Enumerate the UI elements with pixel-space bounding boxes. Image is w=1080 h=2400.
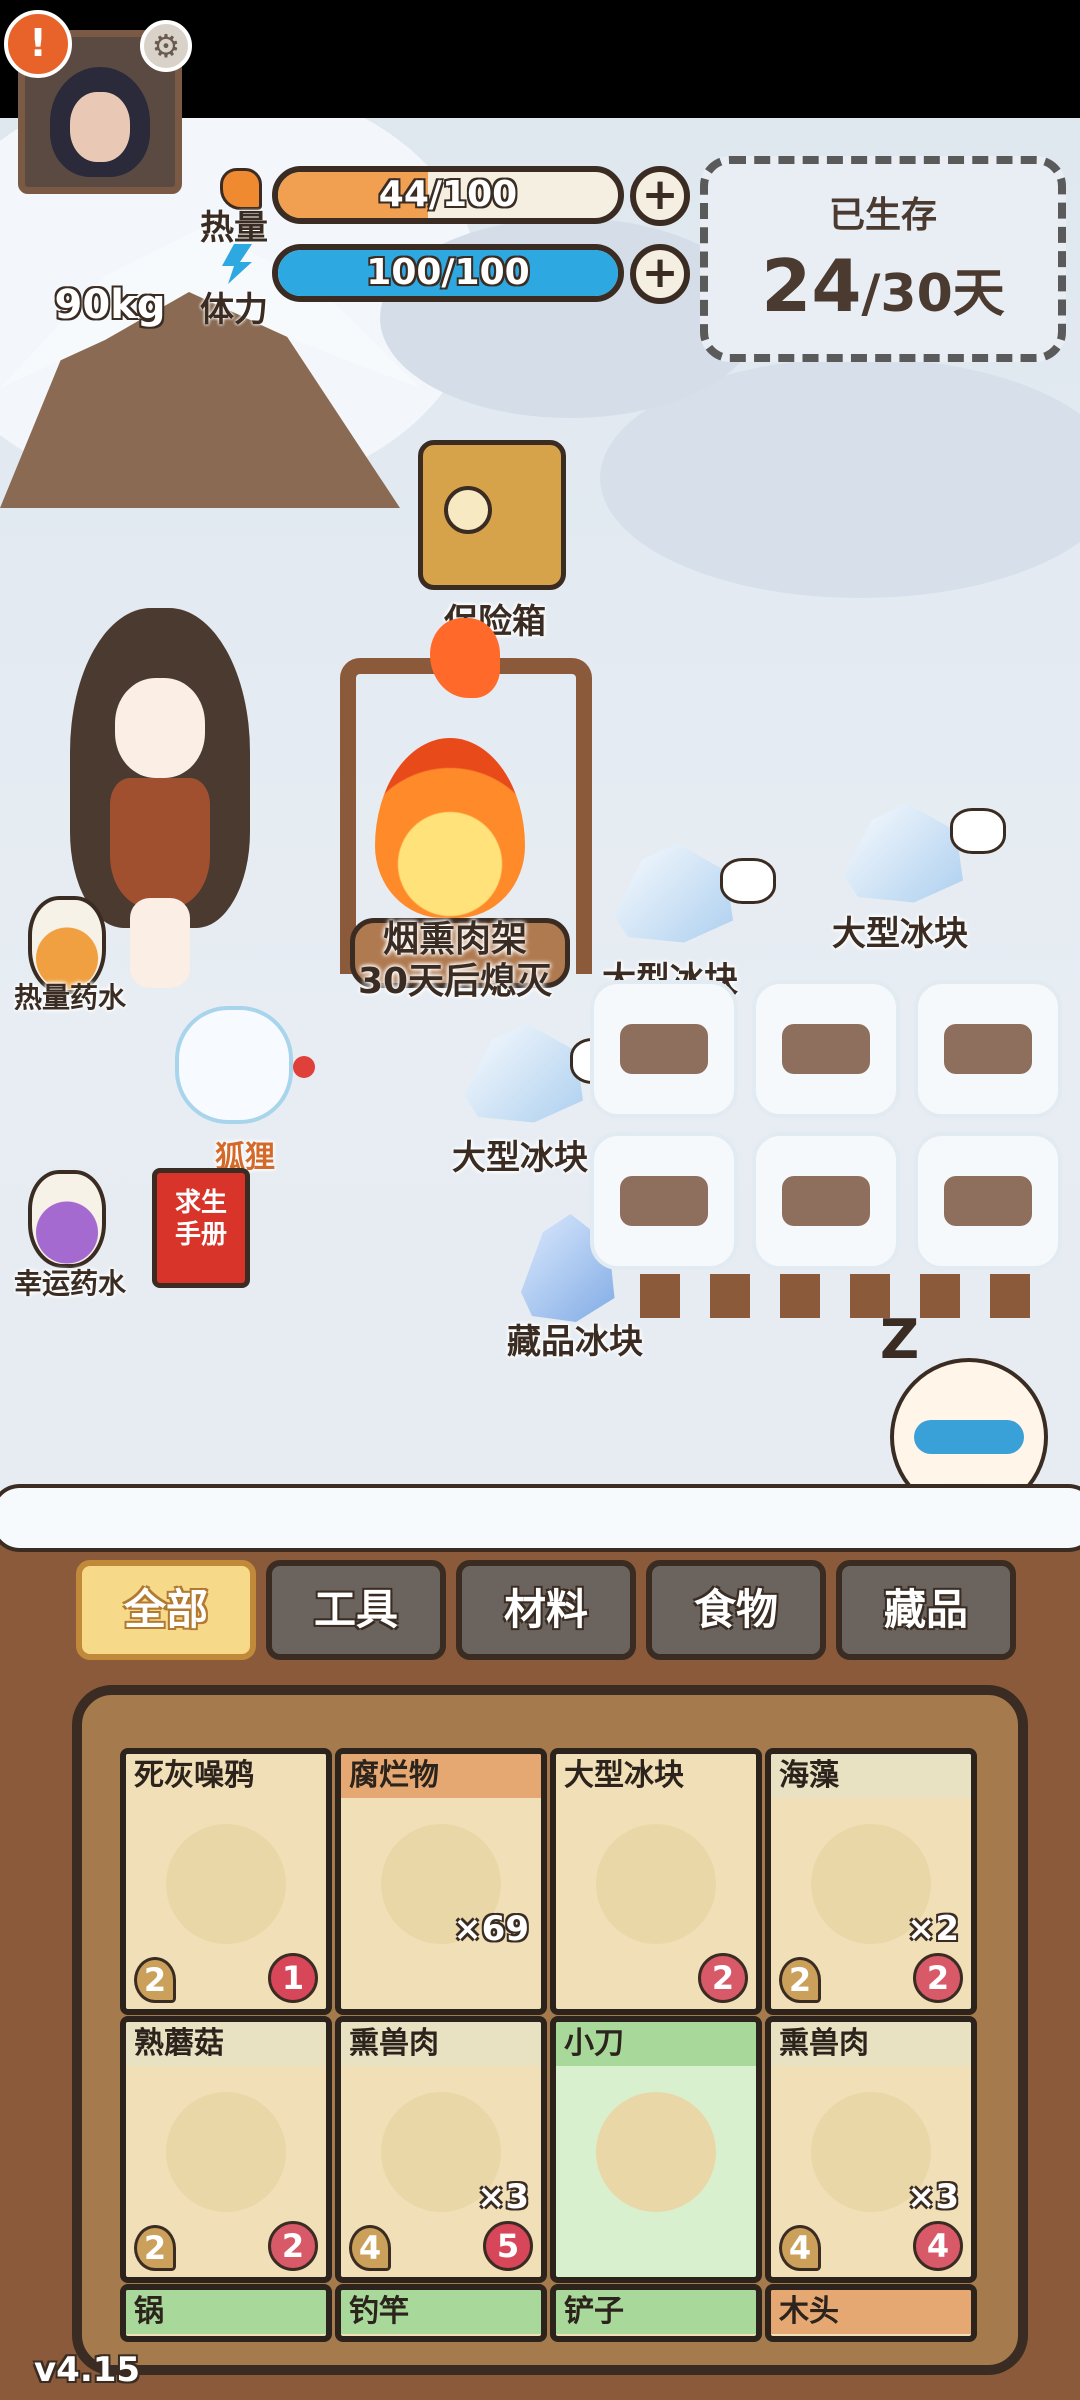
tab-2[interactable]: 材料 bbox=[456, 1560, 636, 1660]
survival-current-day: 24 bbox=[761, 244, 862, 328]
item-name: 熏兽肉 bbox=[771, 2022, 971, 2066]
farm-plot[interactable] bbox=[752, 1132, 900, 1270]
item-name: 熟蘑菇 bbox=[126, 2022, 326, 2066]
character-legs bbox=[130, 898, 190, 988]
stamina-bar: 100/100 bbox=[272, 244, 624, 302]
survival-total-days: /30天 bbox=[861, 264, 1005, 324]
farm-plot[interactable] bbox=[914, 980, 1062, 1118]
health-badge: 2 bbox=[268, 2221, 318, 2271]
survival-manual-label: 求生 手册 bbox=[174, 1188, 227, 1250]
farm-plot[interactable] bbox=[590, 1132, 738, 1270]
heat-potion-label: 热量药水 bbox=[13, 981, 126, 1014]
ice-label-2: 大型冰块 bbox=[832, 914, 968, 954]
survival-manual-button[interactable]: 求生 手册 bbox=[152, 1168, 250, 1288]
calorie-value: 44/100 bbox=[378, 174, 518, 215]
calorie-label: 热量 bbox=[200, 208, 268, 248]
item-name: 铲子 bbox=[556, 2290, 756, 2334]
health-badge: 2 bbox=[913, 1953, 963, 2003]
collect-ice-label: 藏品冰块 bbox=[507, 1322, 643, 1362]
mushroom-icon bbox=[166, 2092, 286, 2212]
heat-badge: 2 bbox=[779, 1957, 821, 2003]
survival-days: 24/30天 bbox=[708, 244, 1058, 328]
inventory-card[interactable]: 熏兽肉 ×3 4 5 bbox=[335, 2016, 547, 2283]
large-ice-block[interactable] bbox=[464, 1023, 583, 1123]
heat-badge: 2 bbox=[134, 2225, 176, 2271]
tab-0[interactable]: 全部 bbox=[76, 1560, 256, 1660]
item-name: 木头 bbox=[771, 2290, 971, 2334]
item-name: 熏兽肉 bbox=[341, 2022, 541, 2066]
alert-icon[interactable]: ! bbox=[4, 10, 72, 78]
pickup-hand-icon bbox=[720, 858, 776, 904]
heart-icon bbox=[293, 1056, 315, 1078]
health-badge: 4 bbox=[913, 2221, 963, 2271]
fox-body bbox=[175, 1006, 293, 1124]
farm-plot[interactable] bbox=[590, 980, 738, 1118]
item-quantity: ×3 bbox=[476, 2177, 529, 2217]
inventory-card[interactable]: 大型冰块 2 bbox=[550, 1748, 762, 2015]
weight-text: 90kg bbox=[54, 282, 166, 328]
large-ice-block[interactable] bbox=[844, 803, 963, 903]
inventory-card-partial[interactable]: 钓竿 bbox=[335, 2284, 547, 2342]
farm-plot[interactable] bbox=[752, 980, 900, 1118]
health-badge: 1 bbox=[268, 1953, 318, 2003]
item-quantity: ×3 bbox=[906, 2177, 959, 2217]
heat-badge: 4 bbox=[779, 2225, 821, 2271]
tab-3[interactable]: 食物 bbox=[646, 1560, 826, 1660]
version-text: v4.15 bbox=[34, 2350, 141, 2390]
safe-body bbox=[418, 440, 566, 590]
character-dress bbox=[110, 778, 210, 908]
farm-plot[interactable] bbox=[914, 1132, 1062, 1270]
add-stamina-button[interactable]: + bbox=[630, 244, 690, 304]
sleep-mask bbox=[914, 1420, 1024, 1454]
inventory-card[interactable]: 小刀 bbox=[550, 2016, 762, 2283]
inventory-card-partial[interactable]: 铲子 bbox=[550, 2284, 762, 2342]
stamina-label: 体力 bbox=[200, 290, 268, 330]
tab-4[interactable]: 藏品 bbox=[836, 1560, 1016, 1660]
heat-badge: 2 bbox=[134, 1957, 176, 2003]
character-face bbox=[115, 678, 205, 778]
ice-label-3: 大型冰块 bbox=[452, 1138, 588, 1178]
fence bbox=[640, 1274, 1060, 1318]
health-badge: 2 bbox=[698, 1953, 748, 2003]
fox-pet[interactable] bbox=[165, 986, 315, 1126]
inventory-card-partial[interactable]: 锅 bbox=[120, 2284, 332, 2342]
health-badge: 5 bbox=[483, 2221, 533, 2271]
inventory-card[interactable]: 熟蘑菇 2 2 bbox=[120, 2016, 332, 2283]
safe[interactable] bbox=[418, 440, 566, 590]
sleep-z-icon: Z bbox=[880, 1308, 920, 1371]
item-name: 大型冰块 bbox=[556, 1754, 756, 1798]
inventory-card[interactable]: 腐烂物 ×69 bbox=[335, 1748, 547, 2015]
inventory-card-partial[interactable]: 木头 bbox=[765, 2284, 977, 2342]
ice-icon bbox=[596, 1824, 716, 1944]
gear-icon[interactable]: ⚙ bbox=[140, 20, 192, 72]
item-name: 死灰噪鸦 bbox=[126, 1754, 326, 1798]
pickup-hand-icon bbox=[950, 808, 1006, 854]
smoke-rack-timer: 30天后熄灭 bbox=[357, 961, 553, 1002]
luck-potion-label: 幸运药水 bbox=[13, 1267, 126, 1300]
stamina-value: 100/100 bbox=[366, 252, 530, 293]
knife-icon bbox=[596, 2092, 716, 2212]
item-name: 锅 bbox=[126, 2290, 326, 2334]
item-name: 钓竿 bbox=[341, 2290, 541, 2334]
inventory-card[interactable]: 海藻 ×2 2 2 bbox=[765, 1748, 977, 2015]
shelf-snow bbox=[0, 1484, 1080, 1552]
heat-badge: 4 bbox=[349, 2225, 391, 2271]
large-ice-block[interactable] bbox=[614, 843, 733, 943]
crow-icon bbox=[166, 1824, 286, 1944]
item-quantity: ×69 bbox=[453, 1909, 529, 1949]
luck-potion-icon[interactable] bbox=[28, 1170, 106, 1268]
tab-1[interactable]: 工具 bbox=[266, 1560, 446, 1660]
calorie-bar: 44/100 bbox=[272, 166, 624, 224]
item-name: 海藻 bbox=[771, 1754, 971, 1798]
item-name: 小刀 bbox=[556, 2022, 756, 2066]
item-name: 腐烂物 bbox=[341, 1754, 541, 1798]
add-calorie-button[interactable]: + bbox=[630, 166, 690, 226]
survival-days-panel: 已生存 24/30天 bbox=[700, 156, 1066, 362]
inventory-card[interactable]: 熏兽肉 ×3 4 4 bbox=[765, 2016, 977, 2283]
inventory-card[interactable]: 死灰噪鸦 2 1 bbox=[120, 1748, 332, 2015]
item-quantity: ×2 bbox=[906, 1909, 959, 1949]
safe-dial bbox=[444, 486, 492, 534]
avatar-face bbox=[70, 92, 130, 162]
survival-title: 已生存 bbox=[828, 195, 937, 236]
